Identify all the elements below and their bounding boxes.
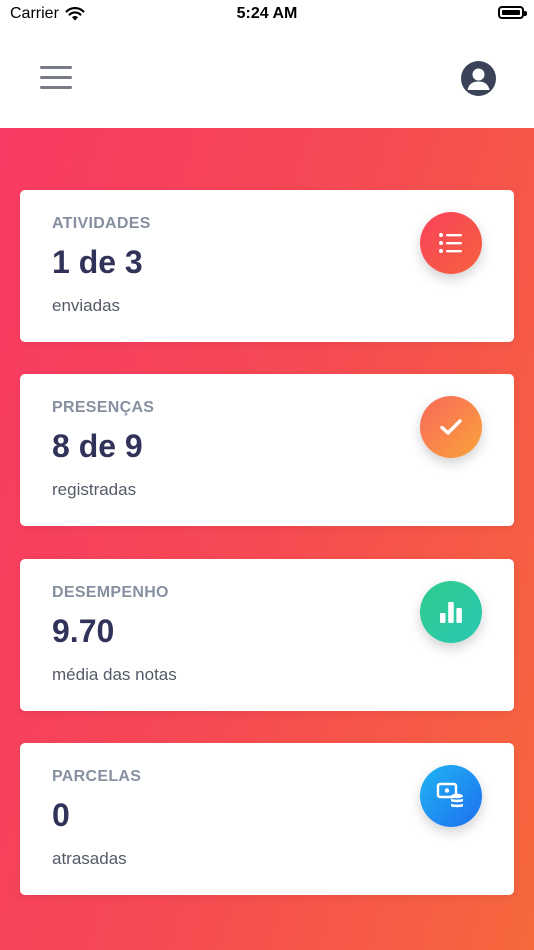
card-presencas[interactable]: PRESENÇAS 8 de 9 registradas <box>20 374 514 526</box>
card-caption: atrasadas <box>52 849 127 868</box>
card-value: 1 de 3 <box>52 244 143 280</box>
list-icon <box>420 212 482 274</box>
card-value: 9.70 <box>52 613 115 649</box>
menu-icon[interactable] <box>40 64 72 92</box>
card-desempenho[interactable]: DESEMPENHO 9.70 média das notas <box>20 559 514 711</box>
battery-icon <box>498 6 527 19</box>
card-caption: registradas <box>52 480 137 499</box>
app-header <box>0 30 534 128</box>
bar-chart-icon <box>420 581 482 643</box>
card-value: 8 de 9 <box>52 428 143 464</box>
card-title: ATIVIDADES <box>52 215 151 232</box>
status-time: 5:24 AM <box>236 5 298 22</box>
user-avatar-icon[interactable] <box>461 61 496 96</box>
card-caption: média das notas <box>52 665 177 684</box>
card-title: PRESENÇAS <box>52 399 155 416</box>
payment-icon <box>420 765 482 827</box>
card-caption: enviadas <box>52 296 121 315</box>
card-atividades[interactable]: ATIVIDADES 1 de 3 enviadas <box>20 190 514 342</box>
dashboard-content: ATIVIDADES 1 de 3 enviadas PRESENÇAS 8 d… <box>0 128 534 950</box>
card-title: DESEMPENHO <box>52 584 169 601</box>
check-icon <box>420 396 482 458</box>
card-parcelas[interactable]: PARCELAS 0 atrasadas <box>20 743 514 895</box>
card-title: PARCELAS <box>52 768 142 785</box>
card-value: 0 <box>52 797 70 833</box>
status-bar: Carrier 5:24 AM <box>0 0 534 30</box>
